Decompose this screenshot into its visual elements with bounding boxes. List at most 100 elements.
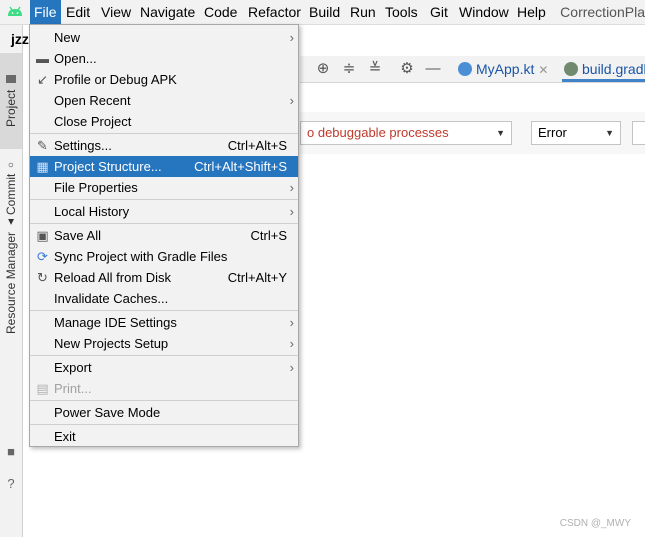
menu-item-label: Local History bbox=[54, 204, 130, 219]
menu-item-sync-gradle[interactable]: ⟳ Sync Project with Gradle Files bbox=[30, 246, 298, 267]
tab-myapp-kt[interactable]: MyApp.kt ✕ bbox=[456, 56, 548, 82]
tab-myapp-kt-label: MyApp.kt bbox=[476, 61, 535, 77]
tab-resource-manager[interactable]: Resource Manager ▲ bbox=[0, 215, 22, 335]
menu-separator bbox=[30, 400, 298, 401]
menu-item-label: Project Structure... bbox=[54, 159, 162, 174]
menu-item-export[interactable]: Export › bbox=[30, 357, 298, 378]
folder-icon: ▬ bbox=[36, 51, 49, 66]
menu-separator bbox=[30, 424, 298, 425]
wrench-icon: ✎ bbox=[37, 138, 48, 153]
tab-commit-label: Commit bbox=[4, 173, 18, 216]
menu-item-shortcut: Ctrl+Alt+S bbox=[227, 138, 287, 153]
menu-item-print: ▤ Print... bbox=[30, 378, 298, 399]
menu-item-label: Manage IDE Settings bbox=[54, 315, 177, 330]
chevron-right-icon: › bbox=[289, 360, 294, 375]
menu-item-label: Close Project bbox=[54, 114, 132, 129]
folder-icon bbox=[6, 75, 16, 84]
menu-item-close-project[interactable]: Close Project bbox=[30, 111, 298, 132]
tab-resource-manager-label: Resource Manager bbox=[4, 231, 18, 334]
menu-edit[interactable]: Edit bbox=[62, 0, 94, 24]
menu-item-power-save-mode[interactable]: Power Save Mode bbox=[30, 402, 298, 423]
square-icon[interactable]: ■ bbox=[4, 445, 18, 459]
menu-code[interactable]: Code bbox=[200, 0, 241, 24]
menu-git[interactable]: Git bbox=[426, 0, 452, 24]
menu-item-exit[interactable]: Exit bbox=[30, 426, 298, 447]
chevron-right-icon: › bbox=[289, 180, 294, 195]
menu-item-label: Power Save Mode bbox=[54, 405, 161, 420]
logcat-filter-bar: o debuggable processes ▼ Error ▼ bbox=[300, 112, 645, 154]
menu-build[interactable]: Build bbox=[305, 0, 344, 24]
menu-item-shortcut: Ctrl+Alt+Shift+S bbox=[194, 159, 287, 174]
menu-item-reload-disk[interactable]: ↻ Reload All from Disk Ctrl+Alt+Y bbox=[30, 267, 298, 288]
menu-help[interactable]: Help bbox=[513, 0, 550, 24]
menu-item-settings[interactable]: ✎ Settings... Ctrl+Alt+S bbox=[30, 135, 298, 156]
sync-icon: ⟳ bbox=[37, 249, 48, 264]
tab-build-gradle[interactable]: build.gradl bbox=[562, 56, 645, 82]
gear-icon[interactable]: ⚙ bbox=[398, 60, 416, 78]
commit-icon: ○ bbox=[5, 158, 17, 170]
menu-item-profile-debug-apk[interactable]: ↙ Profile or Debug APK bbox=[30, 69, 298, 90]
menu-item-open-recent[interactable]: Open Recent › bbox=[30, 90, 298, 111]
menu-item-project-structure[interactable]: ▦ Project Structure... Ctrl+Alt+Shift+S bbox=[30, 156, 298, 177]
save-icon: ▣ bbox=[36, 228, 49, 243]
process-select[interactable]: o debuggable processes ▼ bbox=[300, 121, 512, 145]
project-breadcrumb[interactable]: jzz bbox=[11, 31, 29, 47]
menu-tools[interactable]: Tools bbox=[381, 0, 422, 24]
editor-toolbar: ⊕ ≑ ≚ ⚙ — MyApp.kt ✕ build.gradl bbox=[300, 56, 645, 83]
menu-separator bbox=[30, 199, 298, 200]
project-structure-icon: ▦ bbox=[36, 159, 49, 174]
menu-item-label: Print... bbox=[54, 381, 92, 396]
menu-item-label: New bbox=[54, 30, 81, 45]
target-icon[interactable]: ⊕ bbox=[314, 60, 332, 78]
menu-run[interactable]: Run bbox=[346, 0, 380, 24]
menu-separator bbox=[30, 133, 298, 134]
file-menu-dropdown: New › ▬ Open... ↙ Profile or Debug APK O… bbox=[29, 24, 299, 447]
tab-project[interactable]: Project bbox=[0, 53, 22, 149]
menu-item-manage-ide-settings[interactable]: Manage IDE Settings › bbox=[30, 312, 298, 333]
menu-bar: File Edit View Navigate Code Refactor Bu… bbox=[0, 0, 645, 25]
menu-item-shortcut: Ctrl+S bbox=[250, 228, 287, 243]
menu-item-file-properties[interactable]: File Properties › bbox=[30, 177, 298, 198]
menu-item-label: Reload All from Disk bbox=[54, 270, 172, 285]
menu-item-label: File Properties bbox=[54, 180, 138, 195]
chevron-right-icon: › bbox=[289, 93, 294, 108]
chevron-right-icon: › bbox=[289, 315, 294, 330]
process-select-value: o debuggable processes bbox=[307, 125, 449, 140]
app-title: CorrectionPla bbox=[560, 4, 645, 20]
menu-item-label: Exit bbox=[54, 429, 76, 444]
menu-separator bbox=[30, 310, 298, 311]
menu-item-label: Open Recent bbox=[54, 93, 131, 108]
menu-item-shortcut: Ctrl+Alt+Y bbox=[227, 270, 287, 285]
menu-item-label: Invalidate Caches... bbox=[54, 291, 169, 306]
close-icon[interactable]: ✕ bbox=[538, 63, 548, 77]
menu-item-label: Sync Project with Gradle Files bbox=[54, 249, 228, 264]
menu-file[interactable]: File bbox=[30, 0, 61, 24]
menu-refactor[interactable]: Refactor bbox=[244, 0, 305, 24]
menu-item-label: Export bbox=[54, 360, 92, 375]
menu-separator bbox=[30, 355, 298, 356]
chevron-right-icon: › bbox=[289, 204, 294, 219]
log-level-select[interactable]: Error ▼ bbox=[531, 121, 621, 145]
menu-item-new-projects-setup[interactable]: New Projects Setup › bbox=[30, 333, 298, 354]
menu-window[interactable]: Window bbox=[455, 0, 513, 24]
menu-item-invalidate-caches[interactable]: Invalidate Caches... bbox=[30, 288, 298, 309]
menu-item-label: New Projects Setup bbox=[54, 336, 169, 351]
log-level-value: Error bbox=[538, 125, 567, 140]
tab-build-gradle-label: build.gradl bbox=[582, 61, 645, 77]
tab-commit[interactable]: Commit ○ bbox=[0, 153, 22, 221]
menu-item-new[interactable]: New › bbox=[30, 27, 298, 48]
profile-icon: ↙ bbox=[37, 72, 48, 87]
menu-view[interactable]: View bbox=[97, 0, 135, 24]
logcat-search-input[interactable] bbox=[632, 121, 645, 145]
help-icon[interactable]: ? bbox=[4, 477, 18, 491]
collapse-all-icon[interactable]: ≚ bbox=[366, 60, 384, 78]
menu-navigate[interactable]: Navigate bbox=[136, 0, 199, 24]
minimize-icon[interactable]: — bbox=[424, 60, 442, 78]
print-icon: ▤ bbox=[36, 381, 49, 396]
chevron-right-icon: › bbox=[289, 336, 294, 351]
menu-item-save-all[interactable]: ▣ Save All Ctrl+S bbox=[30, 225, 298, 246]
menu-item-label: Profile or Debug APK bbox=[54, 72, 177, 87]
expand-all-icon[interactable]: ≑ bbox=[340, 60, 358, 78]
menu-item-local-history[interactable]: Local History › bbox=[30, 201, 298, 222]
menu-item-open[interactable]: ▬ Open... bbox=[30, 48, 298, 69]
